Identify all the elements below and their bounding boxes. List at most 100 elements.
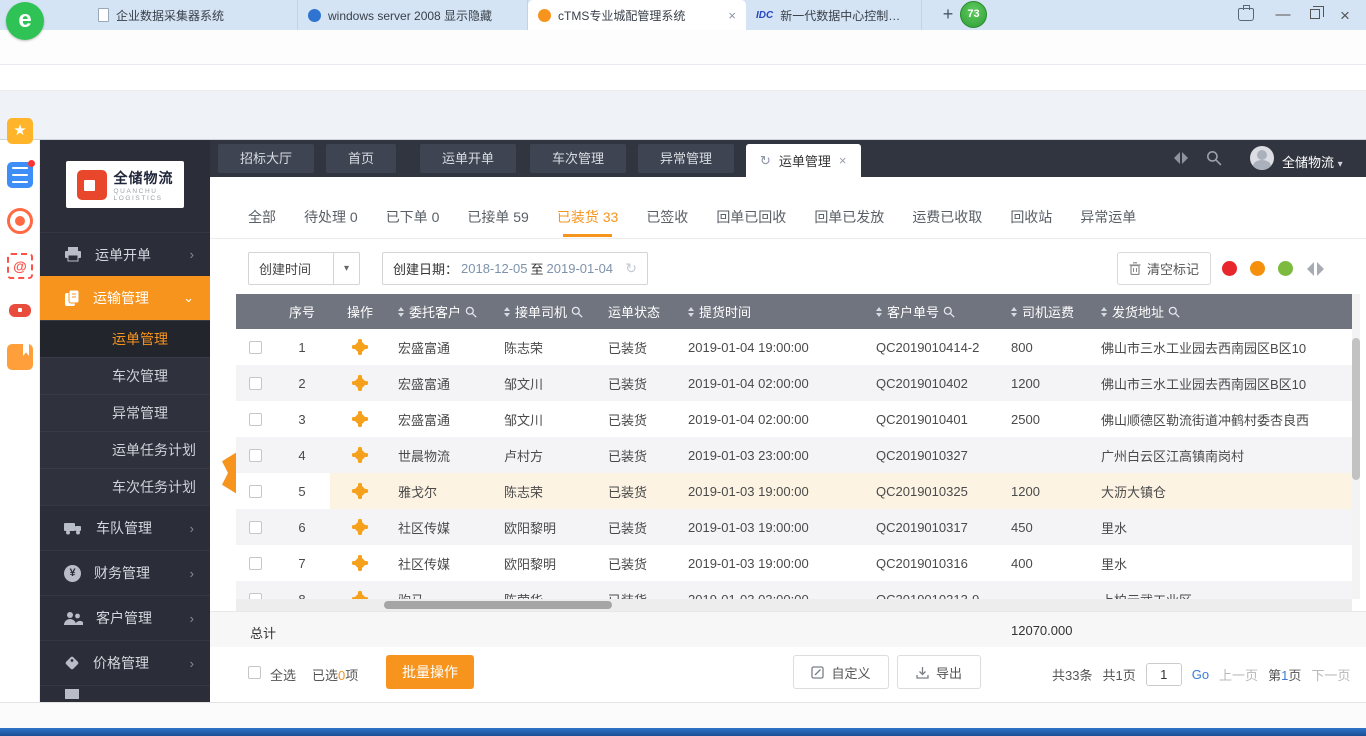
close-tab-icon[interactable]: × (839, 153, 847, 168)
row-checkbox[interactable] (249, 557, 262, 570)
row-actions-gear-icon[interactable] (352, 591, 368, 599)
table-row[interactable]: 2宏盛富通邹文川已装货2019-01-04 02:00:00QC20190104… (236, 365, 1352, 401)
row-actions-gear-icon[interactable] (352, 519, 368, 535)
sidebar-item-waybill-task-plan[interactable]: 运单任务计划 (40, 431, 210, 468)
app-tab-bidding-hall[interactable]: 招标大厅 (218, 144, 314, 173)
col-order[interactable]: 客户单号 (868, 294, 1003, 329)
browser-tab-4[interactable]: IDC 新一代数据中心控制面板 (746, 0, 922, 30)
col-fee[interactable]: 司机运费 (1003, 294, 1093, 329)
reset-date-icon[interactable]: ↻ (625, 260, 637, 277)
filter-receipt-issued[interactable]: 回单已发放 (814, 207, 884, 227)
app-tab-waybill-mgmt-active[interactable]: ↻ 运单管理 × (746, 144, 861, 177)
row-actions-gear-icon[interactable] (352, 411, 368, 427)
column-search-icon[interactable] (465, 306, 477, 318)
select-all-checkbox[interactable] (248, 666, 261, 679)
customize-button[interactable]: 自定义 (793, 655, 889, 689)
table-row-highlighted[interactable]: 5雅戈尔陈志荣已装货2019-01-03 19:00:00QC201901032… (236, 473, 1352, 509)
sidebar-item-waybill-create[interactable]: 运单开单› (40, 232, 210, 276)
app-tab-trip-mgmt[interactable]: 车次管理 (530, 144, 626, 173)
row-checkbox[interactable] (249, 413, 262, 426)
time-type-select[interactable]: 创建时间 ▾ (248, 252, 360, 285)
app-tab-exception-mgmt[interactable]: 异常管理 (638, 144, 734, 173)
close-window-button[interactable]: × (1334, 6, 1356, 26)
page-go-button[interactable]: Go (1192, 667, 1209, 682)
close-tab-icon[interactable]: × (728, 8, 736, 23)
select-all-label[interactable]: 全选 (270, 665, 296, 684)
page-flip-arrows-icon[interactable] (1300, 262, 1331, 276)
vertical-scrollbar-thumb[interactable] (1352, 338, 1360, 480)
table-row[interactable]: 6社区传媒欧阳黎明已装货2019-01-03 19:00:00QC2019010… (236, 509, 1352, 545)
mention-strip-icon[interactable]: @ (7, 253, 33, 279)
filter-signed[interactable]: 已签收 (646, 207, 688, 227)
news-strip-icon[interactable] (7, 162, 33, 188)
filter-exception[interactable]: 异常运单 (1080, 207, 1136, 227)
restore-window-button[interactable] (1310, 9, 1320, 19)
user-menu[interactable]: 全储物流 ▾ (1282, 152, 1343, 171)
browser-logo-icon[interactable]: e (6, 2, 44, 40)
row-checkbox[interactable] (249, 521, 262, 534)
table-row[interactable]: 7社区传媒欧阳黎明已装货2019-01-03 19:00:00QC2019010… (236, 545, 1352, 581)
games-strip-icon[interactable] (7, 298, 33, 324)
sidebar-item-trip-mgmt[interactable]: 车次管理 (40, 357, 210, 394)
user-avatar[interactable] (1250, 146, 1274, 170)
row-actions-gear-icon[interactable] (352, 555, 368, 571)
sidebar-item-fleet-mgmt[interactable]: 车队管理› (40, 505, 210, 550)
date-range-picker[interactable]: 创建日期：2018-12-05至2019-01-04 ↻ (382, 252, 648, 285)
filter-receipt-collected[interactable]: 回单已回收 (716, 207, 786, 227)
column-search-icon[interactable] (943, 306, 955, 318)
weibo-strip-icon[interactable] (7, 208, 33, 234)
favorites-strip-icon[interactable]: ★ (7, 118, 33, 144)
col-driver[interactable]: 接单司机 (496, 294, 600, 329)
filter-fee-received[interactable]: 运费已收取 (912, 207, 982, 227)
next-page-button[interactable]: 下一页 (1311, 665, 1350, 684)
sidebar-item-exception-mgmt[interactable]: 异常管理 (40, 394, 210, 431)
column-search-icon[interactable] (571, 306, 583, 318)
filter-pending[interactable]: 待处理 0 (304, 207, 358, 227)
sidebar-item-partial[interactable] (40, 685, 210, 702)
filter-recycle-bin[interactable]: 回收站 (1010, 207, 1052, 227)
row-actions-gear-icon[interactable] (352, 447, 368, 463)
minimize-button[interactable]: — (1272, 6, 1294, 23)
filter-loaded-active[interactable]: 已装货 33 (557, 207, 618, 227)
sidebar-item-customer-mgmt[interactable]: 客户管理› (40, 595, 210, 640)
table-row[interactable]: 3宏盛富通邹文川已装货2019-01-04 02:00:00QC20190104… (236, 401, 1352, 437)
new-tab-button[interactable]: + (936, 4, 960, 25)
sidebar-item-price-mgmt[interactable]: 价格管理› (40, 640, 210, 685)
batch-actions-button[interactable]: 批量操作 (386, 655, 474, 689)
col-consignor[interactable]: 委托客户 (390, 294, 496, 329)
col-address[interactable]: 发货地址 (1093, 294, 1352, 329)
table-row[interactable]: 4世晨物流卢村方已装货2019-01-03 23:00:00QC20190103… (236, 437, 1352, 473)
prev-page-button[interactable]: 上一页 (1219, 665, 1258, 684)
speed-badge[interactable]: 73 (960, 1, 987, 28)
sidebar-item-transport-mgmt[interactable]: 运输管理⌄ (40, 276, 210, 320)
row-checkbox[interactable] (249, 449, 262, 462)
page-input[interactable] (1146, 663, 1182, 686)
mark-red-dot[interactable] (1222, 261, 1237, 276)
app-tab-waybill-create[interactable]: 运单开单 (420, 144, 516, 173)
filter-ordered[interactable]: 已下单 0 (386, 207, 440, 227)
row-actions-gear-icon[interactable] (352, 483, 368, 499)
row-actions-gear-icon[interactable] (352, 375, 368, 391)
vertical-scrollbar[interactable] (1352, 294, 1360, 599)
sidebar-item-trip-task-plan[interactable]: 车次任务计划 (40, 468, 210, 505)
mark-orange-dot[interactable] (1250, 261, 1265, 276)
table-row[interactable]: 1宏盛富通陈志荣已装货2019-01-04 19:00:00QC20190104… (236, 329, 1352, 365)
table-row[interactable]: 8驹马陈荣华已装货2019-01-03 03:00:00QC2019010313… (236, 581, 1352, 599)
filter-accepted[interactable]: 已接单 59 (467, 207, 528, 227)
row-actions-gear-icon[interactable] (352, 339, 368, 355)
row-checkbox[interactable] (249, 485, 262, 498)
reader-strip-icon[interactable] (7, 344, 33, 370)
horizontal-scrollbar[interactable] (236, 599, 1352, 611)
sidebar-item-finance-mgmt[interactable]: ¥ 财务管理› (40, 550, 210, 595)
refresh-tab-icon[interactable]: ↻ (760, 153, 771, 169)
browser-tab-3-active[interactable]: cTMS专业城配管理系统 × (528, 0, 746, 30)
sidebar-item-waybill-mgmt[interactable]: 运单管理 (40, 320, 210, 357)
clear-marks-button[interactable]: 清空标记 (1117, 252, 1211, 285)
mark-green-dot[interactable] (1278, 261, 1293, 276)
row-checkbox[interactable] (249, 341, 262, 354)
theme-skin-icon[interactable] (1238, 8, 1254, 21)
export-button[interactable]: 导出 (897, 655, 981, 689)
horizontal-scrollbar-thumb[interactable] (384, 601, 612, 609)
col-pickup[interactable]: 提货时间 (680, 294, 868, 329)
app-search-icon[interactable] (1206, 150, 1222, 166)
